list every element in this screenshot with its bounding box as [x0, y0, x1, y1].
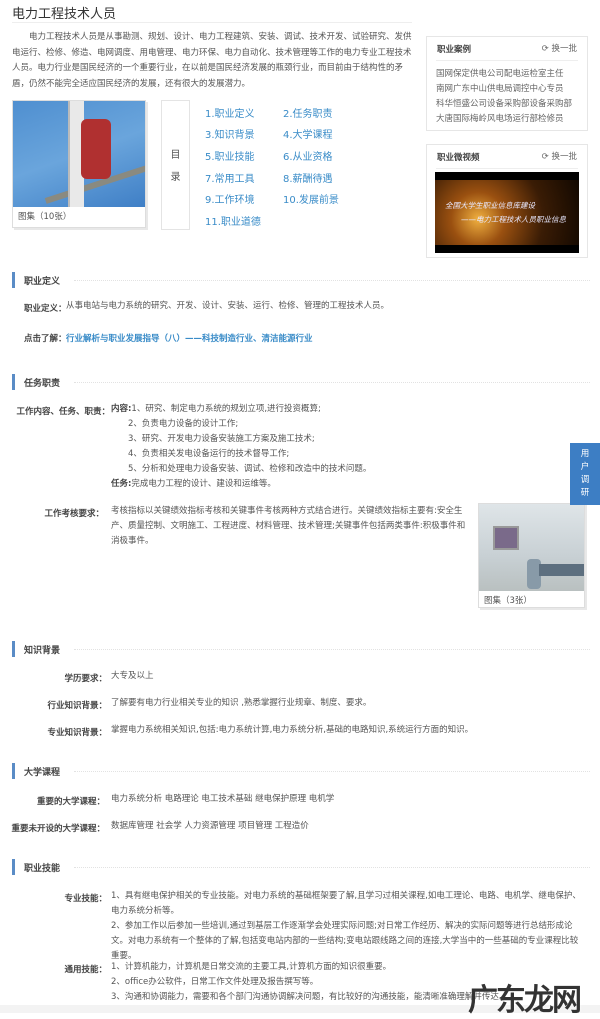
task-text: 完成电力工程的设计、建设和运维等。	[131, 479, 276, 489]
content-head: 内容:	[111, 404, 132, 414]
industry-knowledge-text: 了解要有电力行业相关专业的知识 ,熟悉掌握行业规章、制度、要求。	[111, 698, 372, 708]
videos-title: 职业微视频	[437, 153, 480, 163]
section-header-definition: 职业定义	[12, 272, 590, 288]
tab-char: 研	[580, 488, 590, 498]
tab-char: 户	[580, 462, 590, 472]
gallery-main[interactable]: 图集（10张）	[12, 100, 146, 228]
assess-label: 工作考核要求：	[44, 509, 104, 519]
missing-courses-text: 数据库管理 社会学 人力资源管理 项目管理 工程造价	[111, 821, 309, 831]
toc-label: 目录	[161, 100, 190, 230]
intro-text: 电力工程技术人员是从事勘测、规划、设计、电力工程建筑、安装、调试、技术开发、试验…	[12, 32, 412, 89]
definition-text: 从事电站与电力系统的研究、开发、设计、安装、运行、检修、管理的工程技术人员。	[66, 301, 390, 311]
general-skills-label: 通用技能：	[64, 965, 107, 975]
courses-text: 电力系统分析 电路理论 电工技术基础 继电保护原理 电机学	[111, 794, 335, 804]
refresh-icon: ⟳	[541, 44, 549, 54]
toc-item-skills[interactable]: 5.职业技能	[205, 148, 255, 163]
refresh-label: 换一批	[551, 44, 577, 54]
section-header-knowledge: 知识背景	[12, 641, 590, 657]
duty-item: 1、研究、制定电力系统的规划立项,进行投资概算;	[131, 404, 321, 414]
case-item[interactable]: 大唐国际梅岭风电场运行部检修员	[436, 112, 564, 124]
pro-knowledge-text: 掌握电力系统相关知识,包括:电力系统计算,电力系统分析,基础的电路知识,系统运行…	[111, 725, 474, 735]
section-header-courses: 大学课程	[12, 763, 590, 779]
pro-knowledge-label: 专业知识背景：	[47, 728, 107, 738]
video-thumbnail[interactable]: 全国大学生职业信息库建设 ——电力工程技术人员职业信息	[435, 172, 579, 253]
general-skill-item: 1、计算机能力，计算机是日常交流的主要工具,计算机方面的知识很重要。	[111, 962, 392, 972]
cases-refresh-button[interactable]: ⟳ 换一批	[542, 42, 577, 54]
courses-label: 重要的大学课程：	[36, 797, 105, 807]
assess-text: 考核指标以关键绩效指标考核和关键事件考核两种方式结合进行。关键绩效指标主要有:安…	[111, 506, 466, 546]
gallery-duties[interactable]: 图集（3张）	[478, 503, 585, 608]
user-survey-tab[interactable]: 用户调研	[570, 443, 600, 505]
gallery-photo	[479, 504, 584, 591]
section-header-duties: 任务职责	[12, 374, 590, 390]
duties-label: 工作内容、任务、职责：	[16, 407, 110, 417]
task-head: 任务:	[111, 479, 132, 489]
career-cases-card: 职业案例 ⟳ 换一批 国网保定供电公司配电运检室主任 南网广东中山供电局调控中心…	[426, 36, 588, 131]
cases-title: 职业案例	[437, 45, 472, 55]
section-header-skills: 职业技能	[12, 859, 590, 875]
page-title: 电力工程技术人员	[12, 7, 117, 22]
general-skill-item: 2、office办公软件，日常工作文件处理及报告撰写等。	[111, 977, 319, 987]
section-title: 职业技能	[24, 864, 61, 874]
tab-char: 用	[580, 449, 590, 459]
toc-label-1: 目	[170, 150, 181, 161]
duty-item: 5、分析和处理电力设备安装、调试、检修和改造中的技术问题。	[128, 464, 372, 474]
missing-courses-label: 重要未开设的大学课程：	[11, 824, 105, 834]
toc-item-duties[interactable]: 2.任务职责	[283, 105, 333, 120]
pro-skills-label: 专业技能：	[64, 894, 107, 904]
industry-knowledge-label: 行业知识背景：	[47, 701, 107, 711]
education-label: 学历要求：	[64, 674, 107, 684]
duty-item: 4、负责相关发电设备运行的技术督导工作;	[128, 449, 290, 459]
toc-item-salary[interactable]: 8.薪酬待遇	[283, 170, 333, 185]
pro-skill-item: 2、参加工作以后参加一些培训,通过到基层工作逐渐学会处理实际问题;对日常工作经历…	[111, 921, 579, 961]
definition-label: 职业定义：	[24, 304, 67, 314]
toc-item-tools[interactable]: 7.常用工具	[205, 170, 255, 185]
refresh-label: 换一批	[551, 152, 577, 162]
gallery-caption: 图集（10张）	[18, 212, 72, 222]
case-item[interactable]: 南网广东中山供电局调控中心专员	[436, 82, 564, 94]
case-item[interactable]: 科华恒盛公司设备采购部设备采购部	[436, 97, 572, 109]
toc-item-definition[interactable]: 1.职业定义	[205, 105, 255, 120]
duty-item: 3、研究、开发电力设备安装施工方案及施工技术;	[128, 434, 315, 444]
gallery-photo	[13, 101, 145, 207]
refresh-icon: ⟳	[541, 152, 549, 162]
general-skill-item: 3、沟通和协调能力，需要和各个部门沟通协调解决问题，有比较好的沟通技能，能清晰准…	[111, 992, 508, 1002]
watermark-logo: 广东龙网	[468, 983, 582, 1018]
toc-item-knowledge[interactable]: 3.知识背景	[205, 126, 255, 141]
videos-refresh-button[interactable]: ⟳ 换一批	[542, 150, 577, 162]
section-title: 职业定义	[24, 277, 61, 287]
tab-char: 调	[580, 475, 590, 485]
toc-label-2: 录	[170, 172, 181, 183]
education-text: 大专及以上	[111, 671, 154, 681]
industry-guide-link[interactable]: 行业解析与职业发展指导（八）——科技制造行业、清洁能源行业	[66, 332, 313, 344]
toc-item-courses[interactable]: 4.大学课程	[283, 126, 333, 141]
video-title-1: 全国大学生职业信息库建设	[445, 201, 535, 210]
toc-item-prospects[interactable]: 10.发展前景	[283, 191, 339, 206]
duty-item: 2、负责电力设备的设计工作;	[128, 419, 239, 429]
divider	[12, 22, 412, 23]
section-title: 知识背景	[24, 646, 61, 656]
section-title: 任务职责	[24, 379, 61, 389]
gallery-caption: 图集（3张）	[484, 596, 532, 606]
toc-item-environment[interactable]: 9.工作环境	[205, 191, 255, 206]
case-item[interactable]: 国网保定供电公司配电运检室主任	[436, 67, 564, 79]
toc-item-qualification[interactable]: 6.从业资格	[283, 148, 333, 163]
pro-skill-item: 1、具有继电保护相关的专业技能。对电力系统的基础框架要了解,且学习过相关课程,如…	[111, 891, 581, 916]
more-label: 点击了解：	[24, 334, 67, 344]
section-title: 大学课程	[24, 768, 61, 778]
video-title-2: ——电力工程技术人员职业信息	[461, 215, 566, 224]
toc-item-ethics[interactable]: 11.职业道德	[205, 213, 261, 228]
